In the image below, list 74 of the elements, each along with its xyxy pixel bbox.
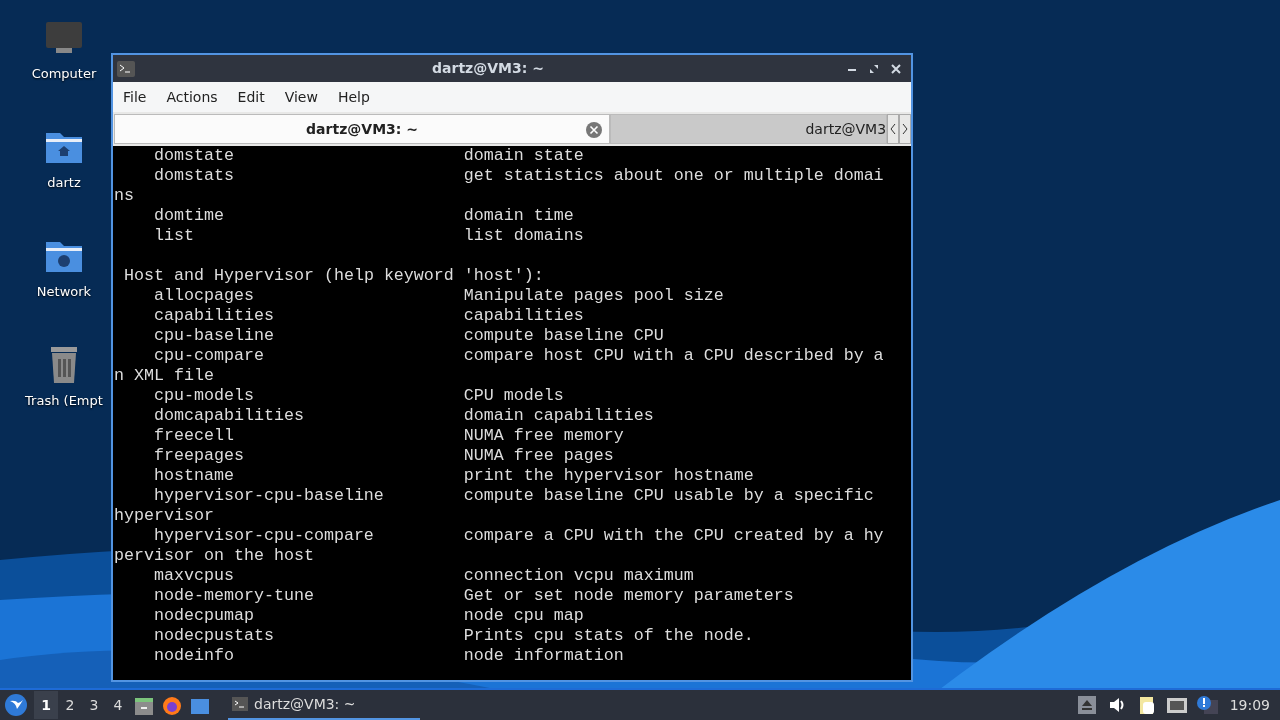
- command-name: domstats: [153, 166, 235, 186]
- command-description: compute baseline CPU: [463, 326, 664, 345]
- command-name: list: [153, 226, 195, 246]
- command-description: domain time: [463, 206, 574, 225]
- command-description: compare a CPU with the CPU created by a hy: [463, 526, 884, 545]
- alert-icon[interactable]: [1195, 694, 1218, 716]
- command-description: CPU models: [463, 386, 564, 405]
- taskbar-task[interactable]: dartz@VM3: ~: [228, 690, 420, 720]
- scroll-right-button[interactable]: [899, 114, 911, 144]
- workspace-button[interactable]: 1: [34, 691, 58, 719]
- command-name: cpu-compare: [153, 346, 265, 366]
- close-icon: [891, 63, 901, 74]
- terminal-line: Host and Hypervisor (help keyword 'host'):: [123, 266, 544, 285]
- scroll-left-button[interactable]: [887, 114, 900, 144]
- command-description: print the hypervisor hostname: [463, 466, 754, 485]
- menu-item[interactable]: Help: [331, 86, 378, 108]
- command-description: get statistics about one or multiple domai: [463, 166, 884, 185]
- terminal-icon: [117, 60, 135, 77]
- command-name: hostname: [153, 466, 235, 486]
- desktop-icon-label[interactable]: Network: [36, 282, 92, 302]
- desktop-icon-label[interactable]: Computer: [31, 64, 97, 84]
- workspace-button[interactable]: 3: [82, 691, 106, 719]
- terminal-tab[interactable]: dartz@VM3: [610, 114, 888, 144]
- command-description: Manipulate pages pool size: [463, 286, 724, 305]
- terminal-line: pervisor on the host: [114, 546, 314, 565]
- command-name: hypervisor-cpu-baseline: [153, 486, 385, 506]
- chevron-right-icon: [901, 123, 910, 135]
- command-description: compute baseline CPU usable by a specific: [463, 486, 874, 505]
- maximize-icon: [869, 63, 879, 74]
- command-name: nodecpustats: [153, 626, 275, 646]
- command-description: connection vcpu maximum: [463, 566, 694, 585]
- command-name: hypervisor-cpu-compare: [153, 526, 375, 546]
- menu-item[interactable]: Edit: [231, 86, 273, 108]
- command-name: node-memory-tune: [153, 586, 315, 606]
- command-description: node information: [463, 646, 624, 665]
- terminal-line: hypervisor: [114, 506, 214, 525]
- chevron-left-icon: [889, 123, 898, 135]
- command-name: nodeinfo: [153, 646, 235, 666]
- eject-icon[interactable]: [1075, 694, 1098, 716]
- command-name: maxvcpus: [153, 566, 235, 586]
- command-description: Get or set node memory parameters: [463, 586, 794, 605]
- terminal-tab[interactable]: dartz@VM3: ~: [114, 114, 611, 144]
- command-name: cpu-baseline: [153, 326, 275, 346]
- clock-time: 19:09: [1229, 695, 1270, 715]
- terminal-line: ns: [114, 186, 134, 205]
- command-name: nodecpumap: [153, 606, 255, 626]
- workspace-button[interactable]: 4: [106, 691, 130, 719]
- menu-item[interactable]: View: [278, 86, 326, 108]
- command-description: compare host CPU with a CPU described by a: [463, 346, 884, 365]
- terminal-icon: [232, 697, 248, 711]
- command-description: domain state: [463, 146, 584, 165]
- menu-item[interactable]: File: [117, 86, 155, 108]
- command-name: capabilities: [153, 306, 275, 326]
- command-name: freepages: [153, 446, 245, 466]
- command-description: capabilities: [463, 306, 584, 325]
- desktop-icon-label[interactable]: dartz: [47, 173, 81, 193]
- menu-item[interactable]: Actions: [160, 86, 226, 108]
- command-description: Prints cpu stats of the node.: [463, 626, 754, 645]
- command-description: domain capabilities: [463, 406, 654, 425]
- command-name: domcapabilities: [153, 406, 305, 426]
- command-name: allocpages: [153, 286, 255, 306]
- command-description: list domains: [463, 226, 584, 245]
- command-name: freecell: [153, 426, 235, 446]
- workspace-button[interactable]: 2: [58, 691, 82, 719]
- command-name: cpu-models: [153, 386, 255, 406]
- terminal-line: n XML file: [114, 366, 214, 385]
- command-description: node cpu map: [463, 606, 584, 625]
- command-description: NUMA free pages: [463, 446, 614, 465]
- command-name: domtime: [153, 206, 225, 226]
- close-tab-icon[interactable]: [585, 121, 604, 139]
- window-title: dartz@VM3: ~: [431, 59, 545, 78]
- desktop-icon-label[interactable]: Trash (Empt: [25, 391, 103, 411]
- command-description: NUMA free memory: [463, 426, 624, 445]
- command-name: domstate: [153, 146, 235, 166]
